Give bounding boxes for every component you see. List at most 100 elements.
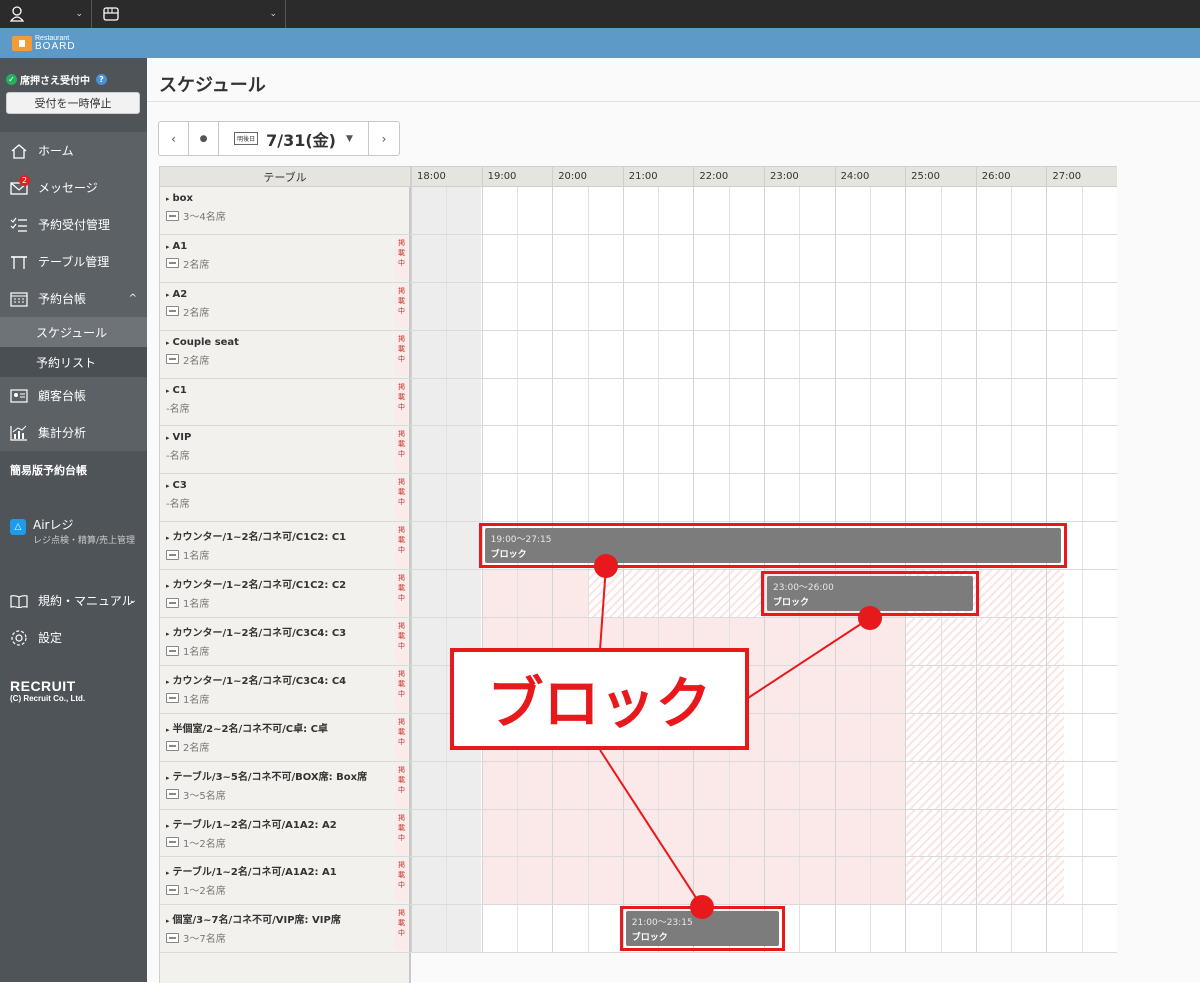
grid-line bbox=[869, 905, 871, 953]
timeline-cell[interactable] bbox=[411, 330, 1117, 378]
main-content: スケジュール ‹ ● 明後日 7/31(金) ▼ › テーブル 18:00 19:… bbox=[147, 58, 1200, 983]
timeline-cell[interactable] bbox=[411, 282, 1117, 330]
table-cell[interactable]: テーブル/1~2名/コネ可/A1A2: A1 1〜2名席 掲載中 bbox=[159, 857, 411, 905]
table-cell[interactable]: カウンター/1~2名/コネ可/C3C4: C4 1名席 掲載中 bbox=[159, 665, 411, 713]
nav-terms-manual[interactable]: 規約・マニュアル ⌄ bbox=[0, 582, 147, 619]
table-cell[interactable]: カウンター/1~2名/コネ可/C3C4: C3 1名席 掲載中 bbox=[159, 618, 411, 665]
airreji-title: Airレジ bbox=[33, 518, 74, 532]
capacity-text: 2名席 bbox=[183, 742, 210, 754]
capacity-text: -名席 bbox=[166, 451, 190, 463]
grid-line bbox=[1081, 474, 1083, 522]
closed-hours-hatch bbox=[905, 857, 1065, 905]
grid-line bbox=[587, 234, 589, 282]
grid-line bbox=[905, 474, 907, 522]
nav-analytics[interactable]: 集計分析 bbox=[0, 414, 147, 451]
table-row: C1 -名席 掲載中 bbox=[159, 378, 1117, 427]
table-cell[interactable]: テーブル/1~2名/コネ可/A1A2: A2 1〜2名席 掲載中 bbox=[159, 809, 411, 857]
capacity-text: -名席 bbox=[166, 499, 190, 511]
grid-line bbox=[446, 187, 448, 234]
airreji-subtitle: レジ点検・精算/売上管理 bbox=[33, 536, 136, 546]
nav-table-management[interactable]: テーブル管理 bbox=[0, 243, 147, 280]
grid-line bbox=[411, 330, 412, 378]
timeline-cell[interactable] bbox=[411, 378, 1117, 426]
table-cell[interactable]: テーブル/3~5名/コネ不可/BOX席: Box席 3〜5名席 掲載中 bbox=[159, 761, 411, 809]
grid-line bbox=[587, 761, 589, 809]
grid-line bbox=[1046, 570, 1048, 618]
table-cell[interactable]: 個室/3~7名/コネ不可/VIP席: VIP席 3〜7名席 掲載中 bbox=[159, 905, 411, 953]
grid-line bbox=[411, 522, 412, 570]
grid-line bbox=[1046, 618, 1048, 665]
hour-label: 24:00 bbox=[834, 167, 906, 186]
divider bbox=[147, 101, 1200, 102]
grid-line bbox=[552, 570, 554, 618]
timeline-cell[interactable] bbox=[411, 426, 1117, 474]
table-cell[interactable]: C3 -名席 掲載中 bbox=[159, 474, 411, 522]
table-name: Couple seat bbox=[166, 337, 409, 348]
timeline-cell[interactable] bbox=[411, 809, 1117, 857]
grid-line bbox=[834, 474, 836, 522]
timeline-cell[interactable] bbox=[411, 474, 1117, 522]
grid-line bbox=[940, 809, 942, 857]
grid-line bbox=[587, 330, 589, 378]
date-picker[interactable]: 明後日 7/31(金) ▼ bbox=[219, 122, 369, 155]
message-count-badge: 2 bbox=[19, 174, 30, 186]
nav-settings[interactable]: 設定 bbox=[0, 619, 147, 656]
grid-line bbox=[693, 761, 695, 809]
nav-schedule[interactable]: スケジュール bbox=[0, 317, 147, 347]
store-selector[interactable]: ⌄ bbox=[92, 0, 286, 28]
seat-icon bbox=[166, 258, 179, 269]
nav-reservation-ledger[interactable]: 予約台帳 ^ bbox=[0, 280, 147, 317]
grid-line bbox=[1081, 426, 1083, 474]
table-cell[interactable]: カウンター/1~2名/コネ可/C1C2: C2 1名席 掲載中 bbox=[159, 570, 411, 618]
today-button[interactable]: ● bbox=[189, 122, 219, 155]
grid-line bbox=[1046, 187, 1048, 234]
grid-line bbox=[799, 809, 801, 857]
grid-line bbox=[764, 330, 765, 378]
pause-accepting-button[interactable]: 受付を一時停止 bbox=[6, 92, 140, 114]
grid-line bbox=[1046, 665, 1048, 713]
grid-line bbox=[1046, 474, 1048, 522]
reservation-status: ✓ 席押さえ受付中 ? bbox=[6, 72, 141, 87]
chevron-down-icon: ⌄ bbox=[75, 9, 83, 19]
next-day-button[interactable]: › bbox=[369, 122, 399, 155]
timeline-cell[interactable] bbox=[411, 857, 1117, 905]
timeline-cell[interactable] bbox=[411, 234, 1117, 282]
nav-reservation-list[interactable]: 予約リスト bbox=[0, 347, 147, 377]
timeline-cell[interactable] bbox=[411, 761, 1117, 809]
nav-customer-ledger[interactable]: 顧客台帳 bbox=[0, 377, 147, 414]
grid-line bbox=[516, 857, 518, 905]
timeline-cell[interactable] bbox=[411, 187, 1117, 234]
gear-icon bbox=[10, 629, 28, 647]
table-cell[interactable]: A1 2名席 掲載中 bbox=[159, 234, 411, 282]
nav-home[interactable]: ホーム bbox=[0, 132, 147, 169]
grid-line bbox=[481, 857, 483, 905]
grid-line bbox=[975, 474, 977, 522]
grid-line bbox=[905, 426, 907, 474]
grid-line bbox=[1046, 330, 1048, 378]
caret-down-icon: ▼ bbox=[345, 133, 353, 144]
help-icon[interactable]: ? bbox=[96, 74, 107, 85]
app-logo[interactable]: Restaurant BOARD bbox=[35, 35, 76, 52]
table-cell[interactable]: カウンター/1~2名/コネ可/C1C2: C1 1名席 掲載中 bbox=[159, 522, 411, 570]
grid-line bbox=[552, 474, 554, 522]
nav-simple-ledger[interactable]: 簡易版予約台帳 bbox=[0, 451, 147, 488]
grid-line bbox=[834, 282, 836, 330]
grid-line bbox=[587, 187, 589, 234]
table-cell[interactable]: box 3〜4名席 bbox=[159, 187, 411, 234]
airreji-link[interactable]: △ Airレジ レジ点検・精算/売上管理 bbox=[0, 506, 147, 572]
prev-day-button[interactable]: ‹ bbox=[159, 122, 189, 155]
grid-line bbox=[693, 378, 695, 426]
table-cell[interactable]: Couple seat 2名席 掲載中 bbox=[159, 330, 411, 378]
table-cell[interactable]: C1 -名席 掲載中 bbox=[159, 378, 411, 426]
table-cell[interactable]: 半個室/2~2名/コネ不可/C卓: C卓 2名席 掲載中 bbox=[159, 713, 411, 761]
nav-messages[interactable]: 2 メッセージ bbox=[0, 169, 147, 206]
grid-line bbox=[799, 713, 801, 761]
table-cell[interactable]: VIP -名席 掲載中 bbox=[159, 426, 411, 474]
table-cell[interactable]: A2 2名席 掲載中 bbox=[159, 282, 411, 330]
grid-line bbox=[764, 378, 765, 426]
grid-line bbox=[834, 665, 836, 713]
grid-line bbox=[869, 809, 871, 857]
user-menu[interactable]: ⌄ bbox=[0, 0, 92, 28]
nav-reservation-management[interactable]: 予約受付管理 bbox=[0, 206, 147, 243]
copyright: (C) Recruit Co., Ltd. bbox=[10, 694, 86, 703]
